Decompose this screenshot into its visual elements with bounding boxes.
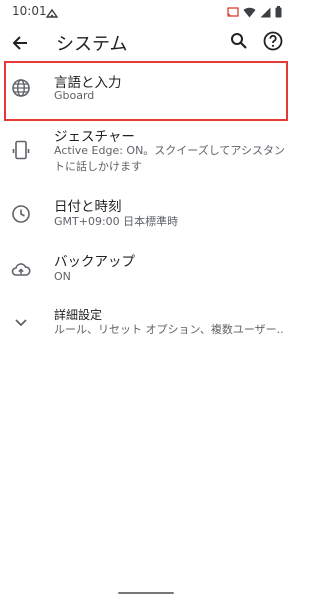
help-icon[interactable] bbox=[262, 30, 284, 52]
app-bar: システム bbox=[0, 24, 292, 60]
list-item-gestures[interactable]: ジェスチャー Active Edge: ON。スクイーズしてアシスタントに話しか… bbox=[0, 120, 292, 184]
cast-icon bbox=[227, 6, 239, 18]
item-title: 詳細設定 bbox=[54, 308, 103, 322]
cloud-upload-icon bbox=[10, 259, 32, 281]
item-title: バックアップ bbox=[54, 254, 135, 270]
list-item-backup[interactable]: バックアップ ON bbox=[0, 244, 292, 304]
wifi-icon bbox=[243, 7, 256, 18]
status-bar: 10:01 bbox=[0, 0, 292, 24]
item-title: 日付と時刻 bbox=[54, 199, 122, 215]
search-icon[interactable] bbox=[228, 30, 250, 52]
signal-icon bbox=[260, 7, 271, 18]
item-summary: Active Edge: ON。スクイーズしてアシスタントに話しかけます bbox=[54, 144, 285, 173]
highlight-frame bbox=[4, 61, 288, 121]
battery-icon bbox=[275, 6, 282, 18]
item-title: ジェスチャー bbox=[54, 129, 135, 145]
back-arrow-icon[interactable] bbox=[10, 32, 32, 54]
clock-icon bbox=[10, 203, 32, 225]
home-indicator[interactable] bbox=[118, 592, 174, 594]
page-title: システム bbox=[56, 34, 128, 55]
item-summary: ルール、リセット オプション、複数ユーザー.. bbox=[54, 323, 284, 336]
status-time: 10:01 bbox=[12, 4, 47, 18]
gesture-phone-icon bbox=[10, 139, 32, 161]
item-summary: ON bbox=[54, 270, 71, 283]
status-icons bbox=[227, 5, 282, 19]
notification-icon bbox=[45, 5, 59, 18]
list-item-advanced[interactable]: 詳細設定 ルール、リセット オプション、複数ユーザー.. bbox=[0, 304, 292, 364]
list-item-date-time[interactable]: 日付と時刻 GMT+09:00 日本標準時 bbox=[0, 184, 292, 244]
chevron-down-icon bbox=[10, 311, 32, 333]
item-summary: GMT+09:00 日本標準時 bbox=[54, 215, 179, 228]
